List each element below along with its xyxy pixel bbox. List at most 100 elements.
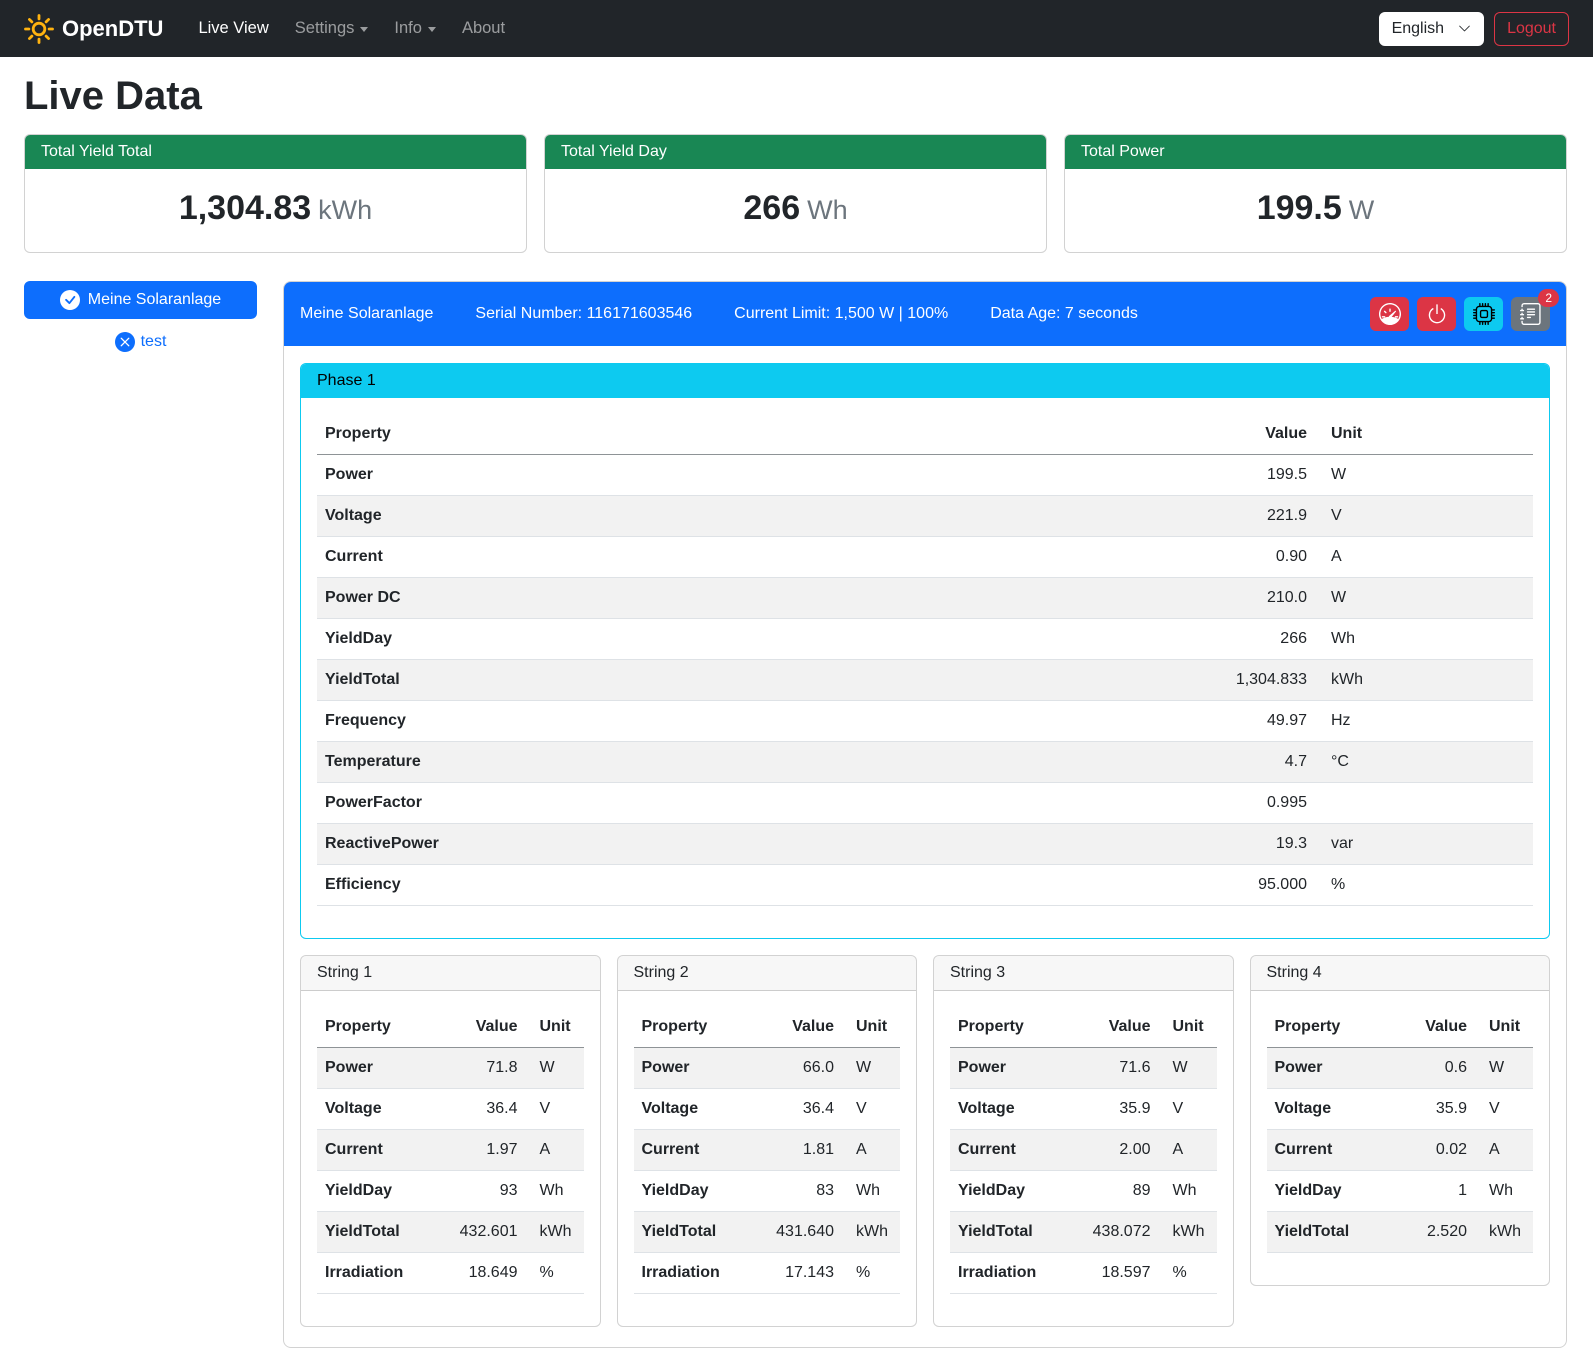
inverter-actions: 2 bbox=[1370, 297, 1550, 331]
property-value: 2.520 bbox=[1389, 1212, 1475, 1253]
nav-item-live-view[interactable]: Live View bbox=[185, 0, 281, 57]
inverter-card: Meine Solaranlage Serial Number: 1161716… bbox=[283, 281, 1567, 1348]
property-name: YieldTotal bbox=[1267, 1212, 1390, 1253]
inverter-serial: Serial Number: 116171603546 bbox=[475, 305, 692, 323]
property-name: YieldDay bbox=[634, 1171, 757, 1212]
column-header-value: Value bbox=[1145, 414, 1315, 455]
property-name: Irradiation bbox=[634, 1253, 757, 1294]
navbar: OpenDTU Live View Settings Info About En… bbox=[0, 0, 1593, 57]
table-row: Power 199.5 W bbox=[317, 455, 1533, 496]
total-unit: kWh bbox=[318, 195, 372, 225]
power-button[interactable] bbox=[1417, 297, 1456, 331]
property-name: Voltage bbox=[634, 1089, 757, 1130]
table-row: Power DC 210.0 W bbox=[317, 578, 1533, 619]
page-title: Live Data bbox=[24, 74, 1567, 119]
string-table: Property Value Unit Power bbox=[317, 1007, 584, 1294]
table-row: Current 2.00 A bbox=[950, 1130, 1217, 1171]
table-header-row: Property Value Unit bbox=[317, 414, 1533, 455]
brand-label: OpenDTU bbox=[62, 16, 163, 42]
column-header-property: Property bbox=[1267, 1007, 1390, 1048]
string-header: String 1 bbox=[301, 956, 600, 991]
property-unit: V bbox=[1315, 496, 1533, 537]
table-row: Irradiation 18.649 % bbox=[317, 1253, 584, 1294]
property-value: 438.072 bbox=[1073, 1212, 1159, 1253]
table-row: Voltage 221.9 V bbox=[317, 496, 1533, 537]
property-name: Power bbox=[1267, 1048, 1390, 1089]
property-value: 431.640 bbox=[756, 1212, 842, 1253]
property-name: Irradiation bbox=[950, 1253, 1073, 1294]
property-name: YieldTotal bbox=[634, 1212, 757, 1253]
string-table: Property Value Unit Power bbox=[1267, 1007, 1534, 1253]
language-value: English bbox=[1392, 20, 1444, 38]
property-unit: Hz bbox=[1315, 701, 1533, 742]
property-value: 199.5 bbox=[1145, 455, 1315, 496]
total-yield-total-card: Total Yield Total 1,304.83kWh bbox=[24, 134, 527, 253]
nav-item-label: Live View bbox=[198, 19, 268, 38]
power-icon bbox=[1426, 303, 1448, 325]
inverter-header: Meine Solaranlage Serial Number: 1161716… bbox=[284, 282, 1566, 346]
column-header-property: Property bbox=[634, 1007, 757, 1048]
inverter-item-test[interactable]: test bbox=[24, 332, 257, 352]
chevron-down-icon bbox=[360, 27, 368, 32]
limit-settings-button[interactable] bbox=[1370, 297, 1409, 331]
property-name: Power bbox=[317, 1048, 440, 1089]
property-unit: kWh bbox=[526, 1212, 584, 1253]
property-name: ReactivePower bbox=[317, 824, 1145, 865]
column-header-value: Value bbox=[440, 1007, 526, 1048]
property-value: 1 bbox=[1389, 1171, 1475, 1212]
sun-icon bbox=[24, 14, 54, 44]
journal-icon bbox=[1520, 303, 1542, 325]
property-name: Power bbox=[950, 1048, 1073, 1089]
strings-row: String 1 Property Value Unit bbox=[300, 955, 1550, 1327]
property-value: 1.81 bbox=[756, 1130, 842, 1171]
property-name: Efficiency bbox=[317, 865, 1145, 906]
property-value: 95.000 bbox=[1145, 865, 1315, 906]
brand-link[interactable]: OpenDTU bbox=[24, 14, 163, 44]
chevron-down-icon bbox=[1458, 22, 1471, 35]
total-power-card: Total Power 199.5W bbox=[1064, 134, 1567, 253]
logout-button[interactable]: Logout bbox=[1494, 12, 1569, 46]
property-value: 49.97 bbox=[1145, 701, 1315, 742]
phase-card: Phase 1 Property Value Unit bbox=[300, 363, 1550, 939]
nav-item-about[interactable]: About bbox=[449, 0, 518, 57]
property-value: 0.6 bbox=[1389, 1048, 1475, 1089]
property-name: Current bbox=[950, 1130, 1073, 1171]
table-row: Power 66.0 W bbox=[634, 1048, 901, 1089]
table-row: YieldTotal 432.601 kWh bbox=[317, 1212, 584, 1253]
string-2-card: String 2 Property Value Unit bbox=[617, 955, 918, 1327]
nav-item-info[interactable]: Info bbox=[381, 0, 449, 57]
nav-item-settings[interactable]: Settings bbox=[282, 0, 382, 57]
property-name: Voltage bbox=[1267, 1089, 1390, 1130]
table-row: Voltage 35.9 V bbox=[950, 1089, 1217, 1130]
nav-item-label: Settings bbox=[295, 19, 355, 38]
property-value: 1,304.833 bbox=[1145, 660, 1315, 701]
property-value: 432.601 bbox=[440, 1212, 526, 1253]
inverter-select-button[interactable]: Meine Solaranlage bbox=[24, 281, 257, 319]
property-unit: Wh bbox=[1159, 1171, 1217, 1212]
card-header: Total Yield Day bbox=[545, 135, 1046, 169]
property-name: Temperature bbox=[317, 742, 1145, 783]
column-header-property: Property bbox=[317, 414, 1145, 455]
phase-header: Phase 1 bbox=[301, 364, 1549, 398]
language-select[interactable]: English bbox=[1379, 12, 1484, 46]
string-header: String 4 bbox=[1251, 956, 1550, 991]
table-row: Power 71.6 W bbox=[950, 1048, 1217, 1089]
table-row: YieldTotal 1,304.833 kWh bbox=[317, 660, 1533, 701]
column-header-value: Value bbox=[756, 1007, 842, 1048]
property-name: YieldDay bbox=[317, 619, 1145, 660]
property-name: Voltage bbox=[950, 1089, 1073, 1130]
property-value: 0.90 bbox=[1145, 537, 1315, 578]
property-unit: V bbox=[526, 1089, 584, 1130]
string-1-card: String 1 Property Value Unit bbox=[300, 955, 601, 1327]
column-header-property: Property bbox=[950, 1007, 1073, 1048]
property-name: Frequency bbox=[317, 701, 1145, 742]
event-log-button[interactable]: 2 bbox=[1511, 297, 1550, 331]
table-row: Temperature 4.7 °C bbox=[317, 742, 1533, 783]
table-row: YieldDay 83 Wh bbox=[634, 1171, 901, 1212]
navbar-right: English Logout bbox=[1379, 12, 1569, 46]
device-info-button[interactable] bbox=[1464, 297, 1503, 331]
property-unit: A bbox=[526, 1130, 584, 1171]
property-unit: A bbox=[1315, 537, 1533, 578]
property-unit: kWh bbox=[1315, 660, 1533, 701]
table-row: Voltage 36.4 V bbox=[317, 1089, 584, 1130]
